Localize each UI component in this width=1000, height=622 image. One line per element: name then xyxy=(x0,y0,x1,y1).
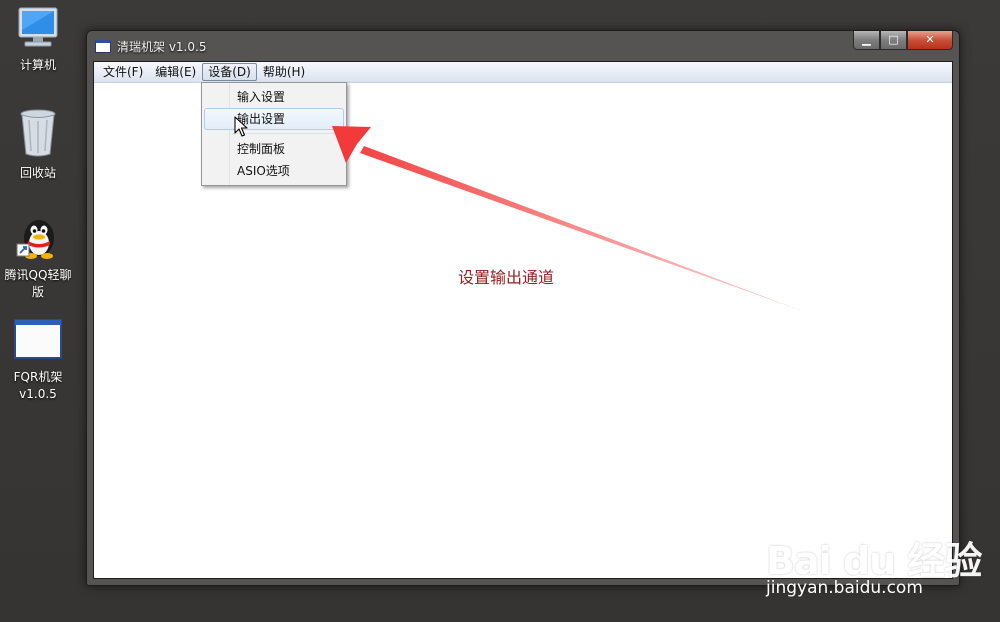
mouse-cursor-icon xyxy=(234,116,248,137)
watermark-logo-text: Bai du 经验 xyxy=(766,539,982,583)
annotation-text: 设置输出通道 xyxy=(458,268,555,287)
baidu-jingyan-watermark: Bai du 经验 jingyan.baidu.com xyxy=(760,510,990,610)
watermark-url: jingyan.baidu.com xyxy=(766,578,923,598)
